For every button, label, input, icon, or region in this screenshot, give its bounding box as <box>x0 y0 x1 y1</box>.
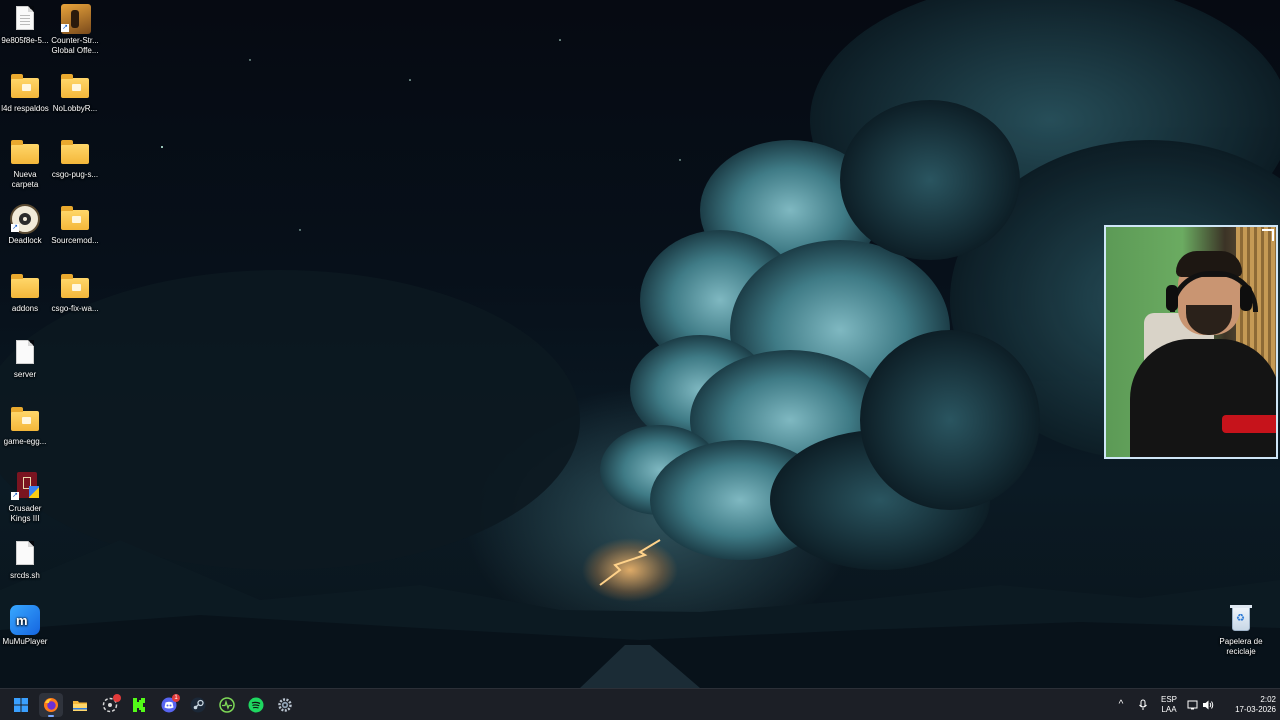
mumuplayer-icon: m <box>9 605 41 635</box>
desktop-icon-mumuplayer[interactable]: m MuMuPlayer <box>0 605 50 647</box>
file-icon <box>9 4 41 34</box>
pulse-icon <box>219 697 235 713</box>
desktop-icon-label: csgo-pug-s... <box>51 170 99 179</box>
active-indicator <box>48 715 54 717</box>
taskbar-obs[interactable] <box>98 693 122 717</box>
language-code: ESP <box>1160 695 1177 704</box>
show-hidden-icons-chevron-up-icon[interactable]: ^ <box>1114 698 1128 712</box>
spotify-icon <box>248 697 264 713</box>
desktop-icon-folder-csgo-fix-wa[interactable]: csgo-fix-wa... <box>50 272 100 314</box>
desktop-icon-label: NoLobbyR... <box>52 104 98 113</box>
desktop-icon-file-server[interactable]: server <box>0 338 50 380</box>
language-indicator[interactable]: ESP LAA <box>1158 695 1180 715</box>
clock[interactable]: 2:02 17-03-2026 <box>1222 695 1276 715</box>
desktop-icon-label: l4d respaldos <box>1 104 49 113</box>
keyboard-layout-code: LAA <box>1161 705 1177 714</box>
crusader-kings-icon: ↗ <box>9 472 41 502</box>
folder-icon <box>9 272 41 302</box>
desktop-icon-folder-nolobbyr[interactable]: NoLobbyR... <box>50 72 100 114</box>
deadlock-icon: ↗ <box>9 204 41 234</box>
desktop-icon-file-srcds-sh[interactable]: srcds.sh <box>0 539 50 581</box>
webcam-headset-earcup-right <box>1240 285 1252 311</box>
desktop-icon-label: 9e805f8e-5... <box>1 36 49 45</box>
folder-icon <box>9 72 41 102</box>
network-icon[interactable] <box>1186 698 1200 712</box>
desktop-icon-label: Nueva carpeta <box>11 170 39 189</box>
recycle-bin-icon: ♻ <box>1225 605 1257 635</box>
taskbar-settings[interactable] <box>273 693 297 717</box>
desktop-icon-label: Papelera de reciclaje <box>1219 637 1263 656</box>
steam-icon <box>190 697 206 713</box>
windows-icon <box>14 698 28 712</box>
file-icon <box>9 539 41 569</box>
desktop-icon-label: game-egg... <box>3 437 47 446</box>
webcam-headset-earcup-left <box>1166 285 1178 311</box>
taskbar-firefox[interactable] <box>39 693 63 717</box>
desktop-icon-recycle-bin[interactable]: ♻ Papelera de reciclaje <box>1216 605 1266 657</box>
notification-badge <box>113 694 121 702</box>
desktop-icon-crusader-kings-iii[interactable]: ↗ Crusader Kings III <box>0 472 50 524</box>
taskbar: 1 ^ ESP LAA 2:02 17-03-2026 <box>0 688 1280 720</box>
desktop-icon-label: MuMuPlayer <box>2 637 48 646</box>
desktop-icon-folder-sourcemod[interactable]: Sourcemod... <box>50 204 100 246</box>
resize-corner-icon[interactable] <box>1262 229 1274 241</box>
folder-icon <box>59 204 91 234</box>
webcam-person-body <box>1130 339 1276 457</box>
counter-strike-icon: ↗ <box>59 4 91 34</box>
desktop-icon-label: Sourcemod... <box>51 236 99 245</box>
folder-icon <box>59 72 91 102</box>
gear-icon <box>278 698 292 712</box>
taskbar-steam[interactable] <box>186 693 210 717</box>
taskbar-activity-monitor[interactable] <box>215 693 239 717</box>
folder-icon <box>59 272 91 302</box>
notification-badge: 1 <box>172 694 180 702</box>
taskbar-kick[interactable] <box>127 693 151 717</box>
folder-icon <box>73 701 87 711</box>
desktop-icon-folder-addons[interactable]: addons <box>0 272 50 314</box>
volume-icon[interactable] <box>1201 698 1215 712</box>
desktop-icon-folder-l4d-respaldos[interactable]: l4d respaldos <box>0 72 50 114</box>
desktop-icon-deadlock[interactable]: ↗ Deadlock <box>0 204 50 246</box>
desktop-icon-label: Counter-Str... Global Offe... <box>51 36 99 55</box>
desktop-icon-label: server <box>13 370 37 379</box>
desktop-icon-folder-csgo-pug[interactable]: csgo-pug-s... <box>50 138 100 180</box>
folder-icon <box>59 138 91 168</box>
folder-icon <box>9 138 41 168</box>
desktop-icon-folder-nueva-carpeta[interactable]: Nueva carpeta <box>0 138 50 190</box>
desktop-icon-label: addons <box>11 304 39 313</box>
desktop-wallpaper <box>0 0 1280 688</box>
desktop-icon-label: Crusader Kings III <box>8 504 42 523</box>
desktop-icon-file-9e805f8e[interactable]: 9e805f8e-5... <box>0 4 50 46</box>
taskbar-spotify[interactable] <box>244 693 268 717</box>
wallpaper-scene <box>0 0 1280 688</box>
taskbar-file-explorer[interactable] <box>68 693 92 717</box>
microphone-icon[interactable] <box>1136 698 1150 712</box>
kick-icon <box>133 698 145 712</box>
start-button[interactable] <box>9 693 33 717</box>
desktop-icon-counter-strike[interactable]: ↗ Counter-Str... Global Offe... <box>50 4 100 56</box>
file-icon <box>9 338 41 368</box>
desktop-icon-label: Deadlock <box>8 236 42 245</box>
clock-time: 2:02 <box>1260 695 1276 704</box>
webcam-microphone <box>1222 415 1276 433</box>
clock-date: 17-03-2026 <box>1235 705 1276 714</box>
firefox-icon <box>44 698 58 712</box>
taskbar-discord[interactable]: 1 <box>157 693 181 717</box>
webcam-overlay[interactable] <box>1104 225 1278 459</box>
folder-icon <box>9 405 41 435</box>
desktop-icon-label: csgo-fix-wa... <box>51 304 99 313</box>
desktop-icon-folder-game-egg[interactable]: game-egg... <box>0 405 50 447</box>
desktop-icon-label: srcds.sh <box>10 571 40 580</box>
